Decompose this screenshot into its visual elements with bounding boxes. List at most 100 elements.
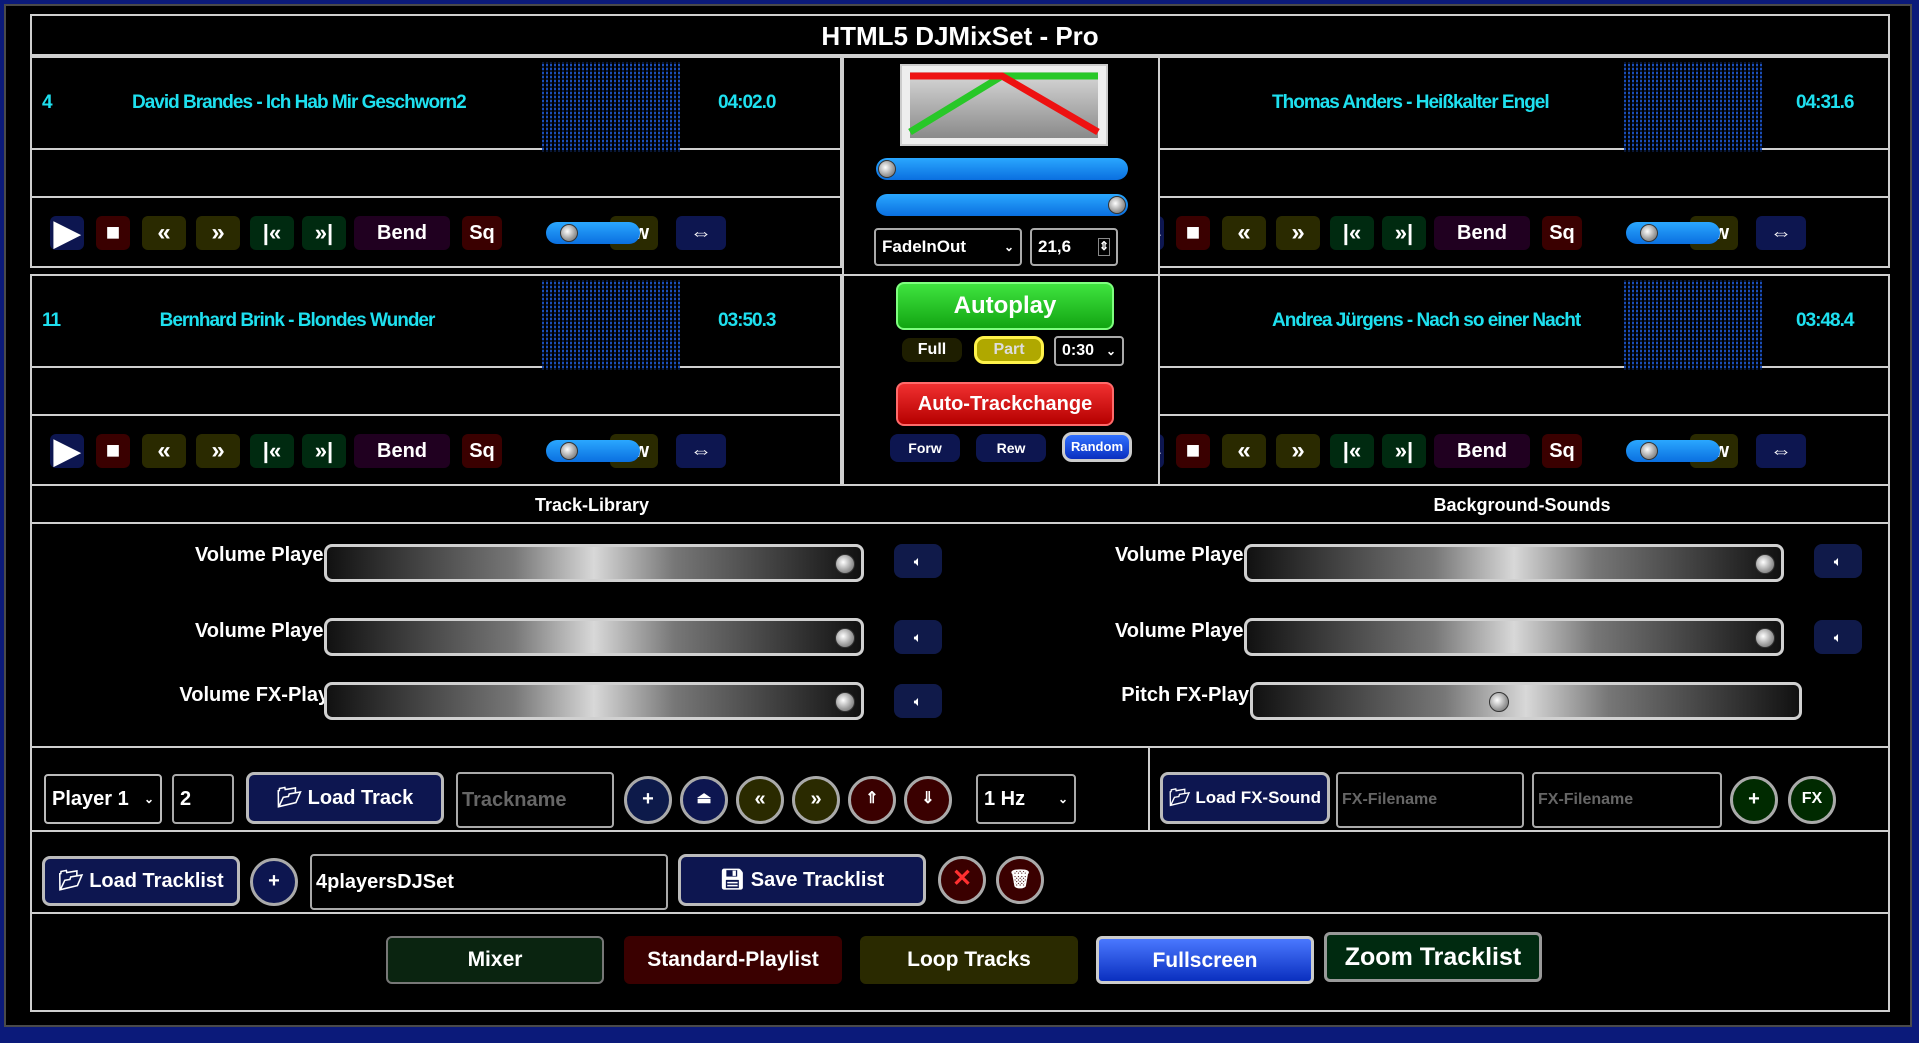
sq-button[interactable]: Sq <box>1542 434 1582 468</box>
load-track-button[interactable]: 📂︎ Load Track <box>246 772 444 824</box>
random-order-button[interactable]: Random <box>1062 432 1132 462</box>
pitch-fx-player-slider[interactable] <box>1250 682 1802 720</box>
auto-trackchange-button[interactable]: Auto-Trackchange <box>896 382 1114 426</box>
next-track-button[interactable]: »| <box>302 434 346 468</box>
crossfader-slider-1[interactable] <box>876 158 1128 180</box>
play-button[interactable]: ▶ <box>50 434 84 468</box>
fade-mode-select[interactable]: FadeInOut ⌄ <box>874 228 1022 266</box>
fx-filename-input-2[interactable]: FX-Filename <box>1532 772 1722 828</box>
part-time-select[interactable]: 0:30 ⌄ <box>1054 336 1124 366</box>
save-tracklist-button[interactable]: 💾︎ Save Tracklist <box>678 854 926 906</box>
fast-forward-button[interactable]: » <box>1276 434 1320 468</box>
add-tracklist-button[interactable]: + <box>250 858 298 906</box>
swap-button[interactable]: ⇔ <box>1756 434 1806 468</box>
speaker-icon[interactable]: 🔈︎ <box>894 684 942 718</box>
volume-player-2-slider[interactable] <box>1244 544 1784 582</box>
speaker-icon[interactable]: 🔈︎ <box>1814 620 1862 654</box>
fast-forward-button[interactable]: » <box>196 434 240 468</box>
play-button[interactable]: ▶ <box>50 216 84 250</box>
fast-forward-button[interactable]: » <box>196 216 240 250</box>
volume-player-3-slider[interactable] <box>324 618 864 656</box>
stepper-icon[interactable]: ⇕ <box>1097 238 1110 256</box>
stop-button[interactable]: ■ <box>96 216 130 250</box>
sq-button[interactable]: Sq <box>462 434 502 468</box>
volume-player-4-slider[interactable] <box>1244 618 1784 656</box>
forward-order-button[interactable]: Forw <box>890 434 960 462</box>
waveform-display[interactable] <box>1624 62 1762 152</box>
add-track-button[interactable]: + <box>624 776 672 824</box>
previous-track-button[interactable]: |« <box>1330 216 1374 250</box>
standard-playlist-button[interactable]: Standard-Playlist <box>624 936 842 984</box>
pitch-slider[interactable] <box>546 440 640 462</box>
sq-button[interactable]: Sq <box>1542 216 1582 250</box>
tracklist-name-input[interactable]: 4playersDJSet <box>310 854 668 910</box>
slider-knob[interactable] <box>1640 442 1658 460</box>
fx-filename-input-1[interactable]: FX-Filename <box>1336 772 1524 828</box>
autoplay-button[interactable]: Autoplay <box>896 282 1114 330</box>
move-down-icon[interactable]: ⇓ <box>904 776 952 824</box>
bend-button[interactable]: Bend <box>354 434 450 468</box>
stop-button[interactable]: ■ <box>1176 434 1210 468</box>
stop-button[interactable]: ■ <box>1176 216 1210 250</box>
slider-knob[interactable] <box>1489 692 1510 712</box>
volume-player-1-slider[interactable] <box>324 544 864 582</box>
fade-time-input[interactable]: 21,6 ⇕ <box>1030 228 1118 266</box>
pitch-slider[interactable] <box>546 222 640 244</box>
next-track-button[interactable]: »| <box>1382 434 1426 468</box>
rewind-button[interactable]: « <box>142 434 186 468</box>
speaker-icon[interactable]: 🔈︎ <box>1814 544 1862 578</box>
zoom-tracklist-button[interactable]: Zoom Tracklist <box>1324 932 1542 982</box>
next-icon[interactable]: » <box>792 776 840 824</box>
load-fx-sound-button[interactable]: 📂︎ Load FX-Sound <box>1160 772 1330 824</box>
waveform-display[interactable] <box>542 62 680 152</box>
load-tracklist-button[interactable]: 📂︎ Load Tracklist <box>42 856 240 906</box>
next-track-button[interactable]: »| <box>1382 216 1426 250</box>
swap-button[interactable]: ⇔ <box>676 434 726 468</box>
previous-icon[interactable]: « <box>736 776 784 824</box>
speaker-icon[interactable]: 🔈︎ <box>894 620 942 654</box>
slider-knob[interactable] <box>1640 224 1658 242</box>
rewind-button[interactable]: « <box>142 216 186 250</box>
rewind-button[interactable]: « <box>1222 434 1266 468</box>
fx-button[interactable]: FX <box>1788 776 1836 824</box>
speaker-icon[interactable]: 🔈︎ <box>894 544 942 578</box>
bend-button[interactable]: Bend <box>354 216 450 250</box>
crossfader-knob[interactable] <box>1108 196 1126 214</box>
trackname-input[interactable]: Trackname <box>456 772 614 828</box>
hz-select[interactable]: 1 Hz ⌄ <box>976 774 1076 824</box>
previous-track-button[interactable]: |« <box>250 434 294 468</box>
swap-button[interactable]: ⇔ <box>1756 216 1806 250</box>
add-fx-button[interactable]: + <box>1730 776 1778 824</box>
trash-icon[interactable]: 🗑︎ <box>996 856 1044 904</box>
move-up-icon[interactable]: ⇑ <box>848 776 896 824</box>
waveform-display[interactable] <box>1624 280 1762 370</box>
player-select[interactable]: Player 1 ⌄ <box>44 774 162 824</box>
next-track-button[interactable]: »| <box>302 216 346 250</box>
crossfader-knob[interactable] <box>878 160 896 178</box>
pitch-slider[interactable] <box>1626 222 1720 244</box>
loop-tracks-button[interactable]: Loop Tracks <box>860 936 1078 984</box>
bend-button[interactable]: Bend <box>1434 434 1530 468</box>
reverse-order-button[interactable]: Rew <box>976 434 1046 462</box>
slider-knob[interactable] <box>560 442 578 460</box>
previous-track-button[interactable]: |« <box>250 216 294 250</box>
crossfader-slider-2[interactable] <box>876 194 1128 216</box>
close-icon[interactable]: ✕ <box>938 856 986 904</box>
full-button[interactable]: Full <box>902 338 962 362</box>
part-button[interactable]: Part <box>974 336 1044 364</box>
swap-button[interactable]: ⇔ <box>676 216 726 250</box>
fast-forward-button[interactable]: » <box>1276 216 1320 250</box>
fullscreen-button[interactable]: Fullscreen <box>1096 936 1314 984</box>
player-number-input[interactable]: 2 <box>172 774 234 824</box>
slider-knob[interactable] <box>1755 628 1775 648</box>
track-library-tab[interactable]: Track-Library <box>32 486 1152 524</box>
slider-knob[interactable] <box>835 554 855 574</box>
stop-button[interactable]: ■ <box>96 434 130 468</box>
slider-knob[interactable] <box>560 224 578 242</box>
volume-fx-player-slider[interactable] <box>324 682 864 720</box>
slider-knob[interactable] <box>1755 554 1775 574</box>
rewind-button[interactable]: « <box>1222 216 1266 250</box>
background-sounds-tab[interactable]: Background-Sounds <box>1152 486 1892 524</box>
waveform-display[interactable] <box>542 280 680 370</box>
slider-knob[interactable] <box>835 628 855 648</box>
